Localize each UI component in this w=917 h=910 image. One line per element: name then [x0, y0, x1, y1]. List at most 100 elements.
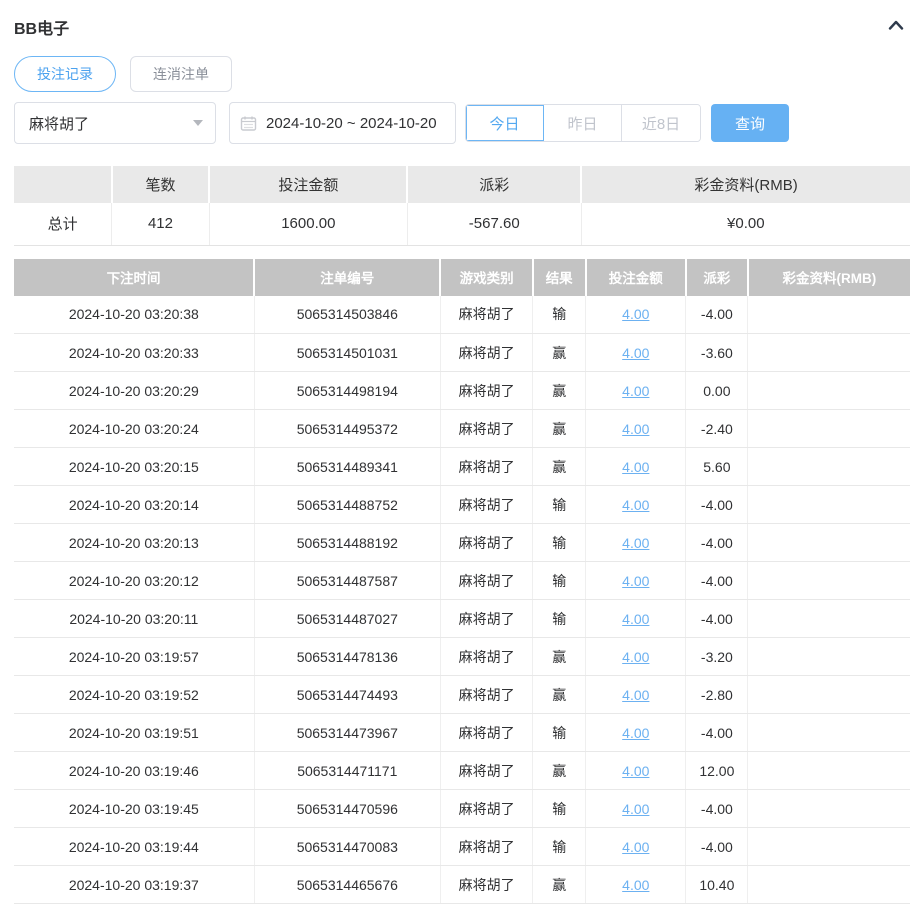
cell-game-type: 麻将胡了 — [440, 486, 532, 524]
tab-label: 投注记录 — [37, 64, 93, 84]
cell-bet-amount: 4.00 — [586, 828, 686, 866]
quick-date-group: 今日 昨日 近8日 — [465, 104, 701, 142]
cell-payout: -4.00 — [686, 562, 748, 600]
cell-bet-amount: 4.00 — [586, 562, 686, 600]
cell-game-type: 麻将胡了 — [440, 752, 532, 790]
summary-total-row: 总计 412 1600.00 -567.60 ¥0.00 — [14, 203, 910, 245]
cell-bet-time: 2024-10-20 03:19:44 — [14, 828, 254, 866]
cell-order-no: 5065314465676 — [254, 866, 440, 904]
bet-amount-link[interactable]: 4.00 — [622, 611, 649, 627]
summary-header-count: 笔数 — [112, 166, 210, 203]
bet-records-table: 下注时间注单编号游戏类别结果投注金额派彩彩金资料(RMB) 2024-10-20… — [14, 259, 910, 905]
bet-amount-link[interactable]: 4.00 — [622, 763, 649, 779]
cell-result: 赢 — [533, 752, 586, 790]
collapse-panel-button[interactable] — [884, 15, 908, 39]
summary-header-bet-amount: 投注金额 — [209, 166, 407, 203]
topbar: BB电子 — [14, 0, 910, 40]
quick-btn-yesterday[interactable]: 昨日 — [544, 105, 622, 141]
cell-result: 输 — [533, 296, 586, 334]
bet-amount-link[interactable]: 4.00 — [622, 839, 649, 855]
bet-amount-link[interactable]: 4.00 — [622, 383, 649, 399]
table-row: 2024-10-20 03:19:375065314465676麻将胡了赢4.0… — [14, 866, 910, 904]
cell-order-no: 5065314470596 — [254, 790, 440, 828]
bet-amount-link[interactable]: 4.00 — [622, 725, 649, 741]
cell-bet-amount: 4.00 — [586, 448, 686, 486]
tab-cancelled-orders[interactable]: 连消注单 — [130, 56, 232, 92]
chevron-down-icon — [193, 120, 203, 126]
cell-bonus — [748, 562, 910, 600]
table-row: 2024-10-20 03:19:515065314473967麻将胡了输4.0… — [14, 714, 910, 752]
cell-bonus — [748, 828, 910, 866]
quick-btn-label: 昨日 — [567, 113, 597, 134]
bet-amount-link[interactable]: 4.00 — [622, 649, 649, 665]
cell-payout: -4.00 — [686, 714, 748, 752]
quick-btn-last-8-days[interactable]: 近8日 — [622, 105, 700, 141]
summary-header-bonus: 彩金资料(RMB) — [581, 166, 910, 203]
cell-bet-time: 2024-10-20 03:20:11 — [14, 600, 254, 638]
cell-result: 输 — [533, 600, 586, 638]
cell-bet-amount: 4.00 — [586, 638, 686, 676]
cell-payout: -4.00 — [686, 600, 748, 638]
table-row: 2024-10-20 03:20:125065314487587麻将胡了输4.0… — [14, 562, 910, 600]
filter-bar: 麻将胡了 2024-10-20 ~ 2024-10-20 今日 — [14, 102, 910, 144]
bet-amount-link[interactable]: 4.00 — [622, 687, 649, 703]
cell-order-no: 5065314471171 — [254, 752, 440, 790]
cell-bet-time: 2024-10-20 03:19:51 — [14, 714, 254, 752]
cell-bonus — [748, 714, 910, 752]
cell-payout: -4.00 — [686, 828, 748, 866]
cell-bet-amount: 4.00 — [586, 334, 686, 372]
cell-bet-amount: 4.00 — [586, 486, 686, 524]
bet-amount-link[interactable]: 4.00 — [622, 877, 649, 893]
bet-amount-link[interactable]: 4.00 — [622, 345, 649, 361]
quick-btn-today[interactable]: 今日 — [466, 105, 544, 141]
cell-order-no: 5065314498194 — [254, 372, 440, 410]
search-button[interactable]: 查询 — [711, 104, 789, 142]
cell-game-type: 麻将胡了 — [440, 448, 532, 486]
game-select[interactable]: 麻将胡了 — [14, 102, 216, 144]
cell-order-no: 5065314503846 — [254, 296, 440, 334]
table-header-col-result: 结果 — [533, 259, 586, 296]
cell-bet-time: 2024-10-20 03:20:38 — [14, 296, 254, 334]
cell-result: 赢 — [533, 334, 586, 372]
cell-bet-time: 2024-10-20 03:19:45 — [14, 790, 254, 828]
tab-bet-records[interactable]: 投注记录 — [14, 56, 116, 92]
cell-bet-amount: 4.00 — [586, 296, 686, 334]
cell-game-type: 麻将胡了 — [440, 828, 532, 866]
cell-bet-amount: 4.00 — [586, 524, 686, 562]
bet-table-header-row: 下注时间注单编号游戏类别结果投注金额派彩彩金资料(RMB) — [14, 259, 910, 296]
cell-game-type: 麻将胡了 — [440, 714, 532, 752]
cell-bet-time: 2024-10-20 03:19:52 — [14, 676, 254, 714]
cell-game-type: 麻将胡了 — [440, 334, 532, 372]
summary-table: 笔数 投注金额 派彩 彩金资料(RMB) 总计 412 1600.00 -567… — [14, 166, 910, 246]
cell-order-no: 5065314487027 — [254, 600, 440, 638]
cell-game-type: 麻将胡了 — [440, 296, 532, 334]
cell-result: 赢 — [533, 410, 586, 448]
bet-amount-link[interactable]: 4.00 — [622, 459, 649, 475]
cell-bet-amount: 4.00 — [586, 752, 686, 790]
summary-header-payout: 派彩 — [407, 166, 581, 203]
cell-payout: -2.80 — [686, 676, 748, 714]
table-header-col-bonus: 彩金资料(RMB) — [748, 259, 910, 296]
summary-total-payout: -567.60 — [407, 203, 581, 245]
cell-bet-amount: 4.00 — [586, 676, 686, 714]
cell-bonus — [748, 372, 910, 410]
cell-bet-time: 2024-10-20 03:20:14 — [14, 486, 254, 524]
bet-amount-link[interactable]: 4.00 — [622, 573, 649, 589]
bet-amount-link[interactable]: 4.00 — [622, 421, 649, 437]
bet-amount-link[interactable]: 4.00 — [622, 306, 649, 322]
cell-game-type: 麻将胡了 — [440, 562, 532, 600]
cell-bet-time: 2024-10-20 03:20:15 — [14, 448, 254, 486]
table-row: 2024-10-20 03:20:385065314503846麻将胡了输 4.0… — [14, 296, 910, 334]
cell-result: 输 — [533, 790, 586, 828]
cell-payout: 0.00 — [686, 372, 748, 410]
bet-table-body: 2024-10-20 03:20:385065314503846麻将胡了输4.0… — [14, 296, 910, 904]
bet-amount-link[interactable]: 4.00 — [622, 497, 649, 513]
cell-bonus — [748, 600, 910, 638]
cell-payout: -2.40 — [686, 410, 748, 448]
tab-label: 连消注单 — [153, 64, 209, 84]
bet-amount-link[interactable]: 4.00 — [622, 801, 649, 817]
cell-result: 输 — [533, 714, 586, 752]
bet-amount-link[interactable]: 4.00 — [622, 535, 649, 551]
date-range-input[interactable]: 2024-10-20 ~ 2024-10-20 — [229, 102, 456, 144]
cell-bet-amount: 4.00 — [586, 372, 686, 410]
